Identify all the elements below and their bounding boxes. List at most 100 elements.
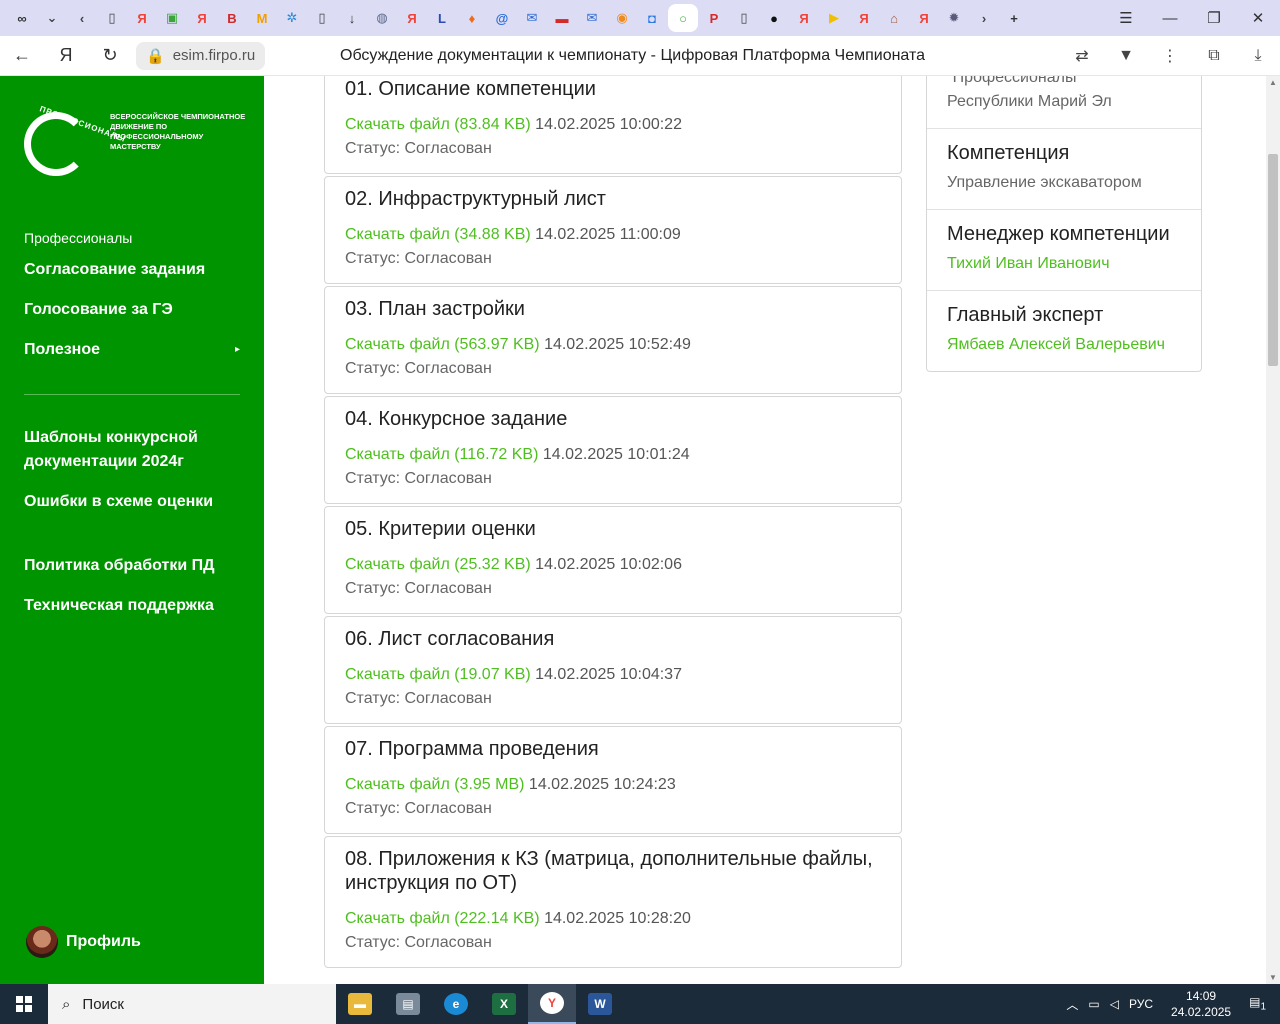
sidebar-item-privacy[interactable]: Политика обработки ПД (24, 554, 240, 578)
chevron-down-icon[interactable]: ⌄ (38, 4, 66, 32)
document-date: 14.02.2025 10:24:23 (528, 776, 676, 793)
word-icon[interactable]: W (576, 984, 624, 1024)
championship-region: Республики Марий Эл (947, 93, 1112, 110)
tab-list-icon[interactable]: ☰ (1104, 9, 1148, 27)
house-tab-icon-glyph: ⌂ (890, 10, 898, 26)
download-link[interactable]: Скачать файл (3.95 MB) (345, 776, 524, 793)
yandex-tab-icon[interactable]: Я (850, 4, 878, 32)
document-tab-icon[interactable]: ▯ (730, 4, 758, 32)
taskbar-search[interactable]: ⌕ Поиск (48, 984, 336, 1024)
swirl-tab-icon[interactable]: ✲ (278, 4, 306, 32)
close-icon[interactable]: ✕ (1236, 9, 1280, 27)
scrollbar-thumb[interactable] (1268, 154, 1278, 366)
download-link[interactable]: Скачать файл (116.72 KB) (345, 446, 538, 463)
gear-tab-icon[interactable]: ✹ (940, 4, 968, 32)
profile-link[interactable]: Профиль (26, 926, 141, 958)
yandex-tab-icon[interactable]: Я (188, 4, 216, 32)
sidebar-item-approval[interactable]: Согласование задания (24, 258, 240, 282)
yandex-browser-taskbar-icon[interactable]: Y (528, 984, 576, 1024)
document-card: 03. План застройки Скачать файл (563.97 … (324, 286, 902, 394)
more-icon[interactable]: ⋮ (1148, 46, 1192, 66)
expert-label: Главный эксперт (947, 304, 1104, 326)
download-link[interactable]: Скачать файл (34.88 KB) (345, 226, 531, 243)
printer-app-icon[interactable]: ▤ (384, 984, 432, 1024)
chevron-down-icon-glyph: ⌄ (46, 10, 58, 25)
profile-label: Профиль (66, 933, 141, 950)
infinity-tab-icon[interactable]: ∞ (8, 4, 36, 32)
download-tab-icon[interactable]: ↓ (338, 4, 366, 32)
yandex-tab-icon[interactable]: Я (790, 4, 818, 32)
download-link[interactable]: Скачать файл (25.32 KB) (345, 556, 531, 573)
yandex-browser-icon[interactable]: Я (44, 45, 88, 66)
play-tab-icon[interactable]: ▶ (820, 4, 848, 32)
bookmark-icon[interactable]: ▼ (1104, 47, 1148, 65)
restore-icon[interactable]: ❐ (1192, 9, 1236, 27)
document-tab-icon[interactable]: ▯ (308, 4, 336, 32)
sidebar-item-templates[interactable]: Шаблоны конкурсной документации 2024г (24, 426, 240, 474)
flag-tab-icon[interactable]: ▬ (548, 4, 576, 32)
yandex-tab-icon-glyph: Я (799, 10, 809, 26)
minimize-icon[interactable]: — (1148, 10, 1192, 27)
sidebar-item-useful[interactable]: Полезное ▸ (24, 338, 240, 362)
pdf-tab-icon[interactable]: P (700, 4, 728, 32)
scroll-down-icon[interactable]: ▼ (1266, 973, 1280, 982)
globe-tab-icon[interactable]: ◍ (368, 4, 396, 32)
manager-link[interactable]: Тихий Иван Иванович (947, 252, 1181, 276)
mail-tab-icon[interactable]: ✉ (518, 4, 546, 32)
clock[interactable]: 14:09 24.02.2025 (1171, 988, 1231, 1020)
new-tab-icon[interactable]: + (1000, 4, 1028, 32)
language-indicator[interactable]: РУС (1129, 997, 1153, 1011)
document-tab-icon-glyph: ▯ (108, 10, 116, 25)
back-icon[interactable]: ← (0, 45, 44, 66)
sidebar-item-voting[interactable]: Голосование за ГЭ (24, 298, 240, 322)
translate-icon[interactable]: ⇄ (1060, 46, 1104, 66)
download-link[interactable]: Скачать файл (563.97 KB) (345, 336, 540, 353)
yandex-tab-icon[interactable]: Я (398, 4, 426, 32)
house-tab-icon[interactable]: ⌂ (880, 4, 908, 32)
document-title: 07. Программа проведения (345, 738, 599, 760)
excel-icon[interactable]: X (480, 984, 528, 1024)
ring-tab-icon[interactable]: ○ (668, 4, 698, 32)
vk-tab-icon[interactable]: В (218, 4, 246, 32)
chevron-left-icon-glyph: ‹ (79, 10, 85, 26)
list-tab-icon[interactable]: L (428, 4, 456, 32)
mobile-tab-icon[interactable]: М (248, 4, 276, 32)
reload-icon[interactable]: ↻ (88, 45, 132, 66)
download-icon[interactable]: ⤓ (1236, 47, 1280, 65)
chevron-up-icon[interactable]: ︿ (1066, 996, 1078, 1013)
sidebar-item-errors[interactable]: Ошибки в схеме оценки (24, 490, 240, 514)
start-button[interactable] (0, 984, 48, 1024)
file-explorer-icon[interactable]: ▬ (336, 984, 384, 1024)
yandex-tab-icon[interactable]: Я (910, 4, 938, 32)
blender-tab-icon[interactable]: ◉ (608, 4, 636, 32)
network-icon[interactable]: ▭ (1088, 997, 1099, 1011)
document-status: Статус: Согласован (345, 250, 492, 267)
expert-link[interactable]: Ямбаев Алексей Валерьевич (947, 333, 1181, 357)
notification-count: 1 (1260, 1001, 1266, 1013)
chevron-right-icon[interactable]: › (970, 4, 998, 32)
image-tab-icon[interactable]: ▣ (158, 4, 186, 32)
page-scrollbar[interactable]: ▲ ▼ (1266, 76, 1280, 984)
document-date: 14.02.2025 10:02:06 (535, 556, 682, 573)
download-link[interactable]: Скачать файл (83.84 KB) (345, 116, 531, 133)
at-tab-icon[interactable]: @ (488, 4, 516, 32)
flame-tab-icon[interactable]: ♦ (458, 4, 486, 32)
download-link[interactable]: Скачать файл (222.14 KB) (345, 910, 540, 927)
lock-icon: 🔒 (146, 47, 165, 65)
sidebar-item-support[interactable]: Техническая поддержка (24, 594, 240, 618)
edge-icon[interactable]: e (432, 984, 480, 1024)
document-tab-icon[interactable]: ▯ (98, 4, 126, 32)
scroll-up-icon[interactable]: ▲ (1266, 78, 1280, 87)
square-tab-icon[interactable]: ◘ (638, 4, 666, 32)
sidebar: ПРОФЕССИОНАЛЫ ВСЕРОССИЙСКОЕ ЧЕМПИОНАТНОЕ… (0, 76, 264, 984)
collections-icon[interactable]: ⧉ (1192, 47, 1236, 65)
chevron-right-icon-glyph: › (981, 10, 987, 26)
mail-tab-icon[interactable]: ✉ (578, 4, 606, 32)
circle-tab-icon[interactable]: ● (760, 4, 788, 32)
yandex-tab-icon[interactable]: Я (128, 4, 156, 32)
notifications-icon[interactable]: ▤1 (1249, 995, 1266, 1012)
chevron-left-icon[interactable]: ‹ (68, 4, 96, 32)
volume-icon[interactable]: ◁ (1110, 997, 1119, 1011)
url-field[interactable]: 🔒 esim.firpo.ru (136, 41, 266, 70)
download-link[interactable]: Скачать файл (19.07 KB) (345, 666, 531, 683)
